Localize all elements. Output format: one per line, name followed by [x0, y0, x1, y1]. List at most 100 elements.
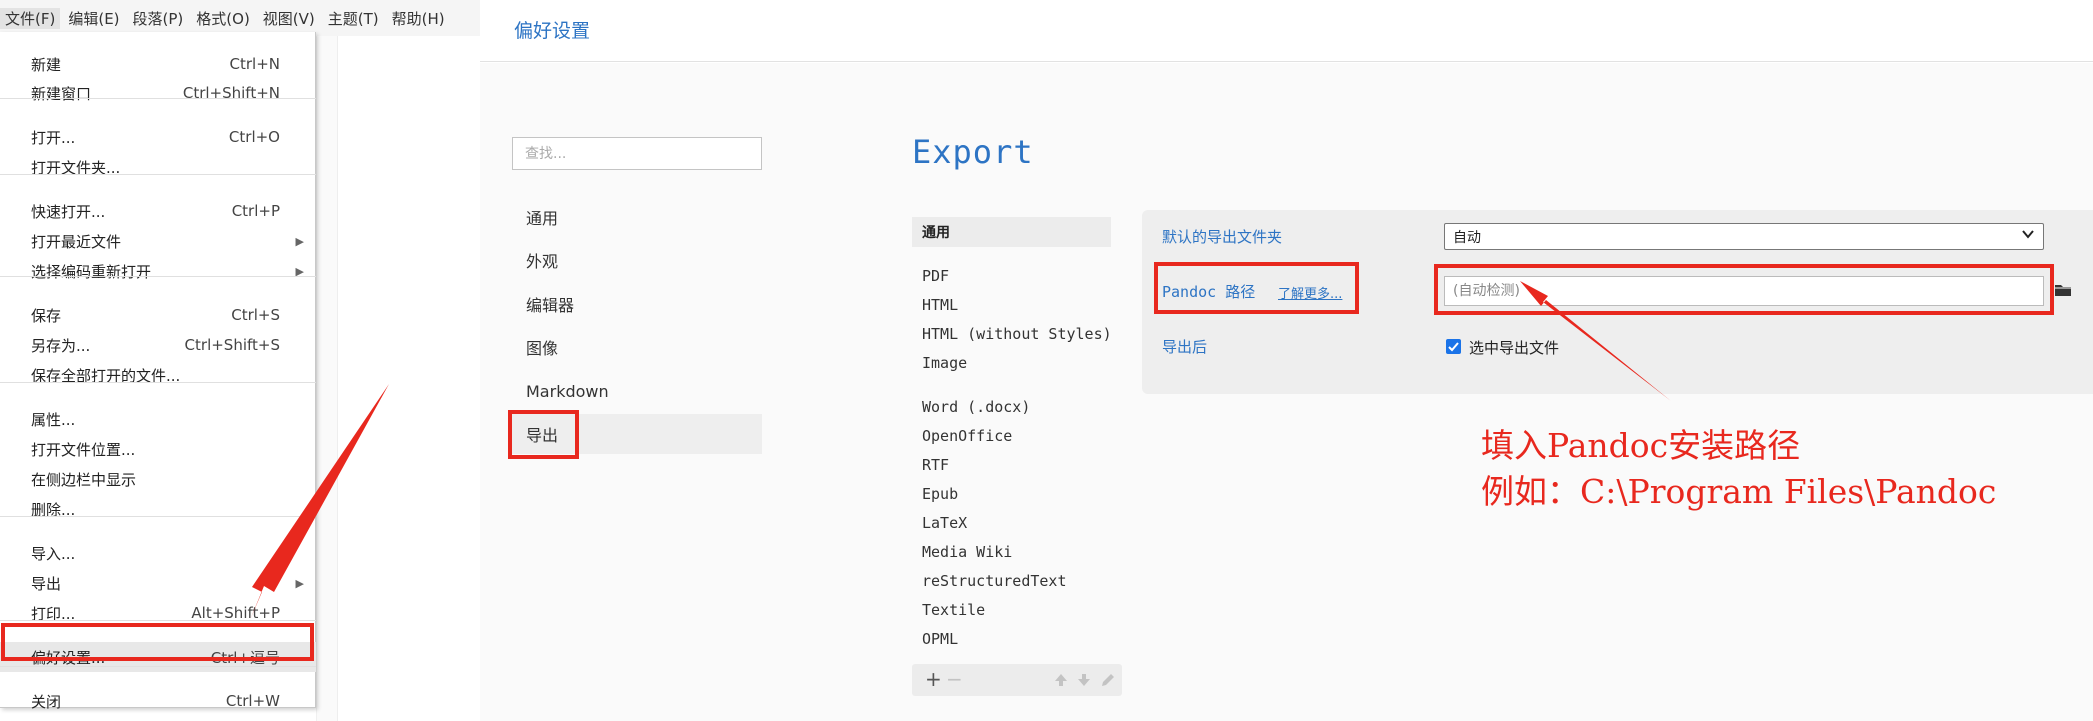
menu-separator [0, 382, 316, 383]
menu-item-open[interactable]: 打开... Ctrl+O [0, 122, 316, 152]
menu-paragraph[interactable]: 段落(P) [128, 8, 189, 29]
submenu-arrow-icon: ▶ [295, 234, 304, 248]
menu-item-new-window[interactable]: 新建窗口 Ctrl+Shift+N [0, 78, 316, 108]
format-list-toolbar: + − [912, 664, 1122, 696]
format-item-openoffice[interactable]: OpenOffice [922, 427, 1012, 445]
format-item-restructuredtext[interactable]: reStructuredText [922, 572, 1067, 590]
format-item-image[interactable]: Image [922, 354, 967, 372]
menu-separator [0, 276, 316, 277]
menu-item-import[interactable]: 导入... [0, 538, 316, 568]
menu-item-label: 打开... [31, 128, 76, 147]
menu-item-shortcut: Ctrl+O [228, 128, 280, 146]
menu-item-save[interactable]: 保存 Ctrl+S [0, 300, 316, 330]
menu-item-label: 另存为... [31, 336, 91, 355]
format-item-word[interactable]: Word (.docx) [922, 398, 1030, 416]
menu-item-label: 打开文件位置... [31, 440, 136, 459]
menu-item-label: 快速打开... [31, 202, 106, 221]
menu-edit[interactable]: 编辑(E) [63, 8, 124, 29]
move-down-icon[interactable] [1076, 672, 1092, 688]
menu-view[interactable]: 视图(V) [258, 8, 320, 29]
menu-item-print[interactable]: 打印... Alt+Shift+P [0, 598, 316, 628]
remove-format-button[interactable]: − [946, 668, 963, 690]
menu-file[interactable]: 文件(F) [0, 7, 61, 29]
menu-item-delete[interactable]: 删除... [0, 494, 316, 524]
annotation-text-line1: 填入Pandoc安装路径 [1481, 426, 1801, 465]
menu-item-close[interactable]: 关闭 Ctrl+W [0, 686, 316, 716]
menu-item-label: 保存 [31, 306, 62, 325]
menu-item-label: 新建 [31, 55, 62, 74]
file-dropdown-menu: 新建 Ctrl+N 新建窗口 Ctrl+Shift+N 打开... Ctrl+O 打开… [0, 32, 316, 711]
preferences-header [480, 0, 2093, 62]
checkmark-icon [1448, 342, 1459, 352]
menu-item-label: 属性... [31, 410, 76, 429]
menu-item-label: 关闭 [31, 692, 62, 711]
move-up-icon[interactable] [1053, 672, 1069, 688]
menu-item-label: 偏好设置... [31, 648, 106, 667]
default-export-folder-label: 默认的导出文件夹 [1162, 228, 1283, 246]
category-appearance[interactable]: 外观 [512, 240, 762, 280]
default-export-folder-select[interactable]: 自动 [1444, 223, 2044, 250]
menu-item-label: 新建窗口 [31, 84, 92, 103]
menu-item-shortcut: Ctrl+Shift+N [182, 84, 280, 102]
menu-item-reveal-in-sidebar[interactable]: 在侧边栏中显示 [0, 464, 316, 494]
menu-item-shortcut: Ctrl+P [231, 202, 280, 220]
format-item-latex[interactable]: LaTeX [922, 514, 967, 532]
format-item-html[interactable]: HTML [922, 296, 958, 314]
menu-item-quick-open[interactable]: 快速打开... Ctrl+P [0, 196, 316, 226]
menu-item-open-recent[interactable]: 打开最近文件 ▶ [0, 226, 316, 256]
format-item-rtf[interactable]: RTF [922, 456, 949, 474]
chevron-down-icon [2022, 230, 2034, 239]
menu-item-reopen-with-encoding[interactable]: 选择编码重新打开 ▶ [0, 256, 316, 286]
menu-item-shortcut: Ctrl+N [229, 55, 280, 73]
menu-item-new[interactable]: 新建 Ctrl+N [0, 49, 316, 79]
menu-item-save-as[interactable]: 另存为... Ctrl+Shift+S [0, 330, 316, 360]
menu-item-open-folder[interactable]: 打开文件夹... [0, 152, 316, 182]
menu-item-label: 在侧边栏中显示 [31, 470, 137, 489]
menu-item-label: 选择编码重新打开 [31, 262, 152, 281]
menu-item-shortcut: Ctrl+W [225, 692, 280, 710]
pandoc-path-input[interactable] [1444, 276, 2044, 306]
edit-pencil-icon[interactable] [1100, 672, 1116, 688]
menu-item-export[interactable]: 导出 ▶ [0, 568, 316, 598]
select-exported-file-checkbox[interactable] [1446, 339, 1461, 354]
export-heading: Export [912, 133, 1034, 171]
menu-item-label: 导入... [31, 544, 76, 563]
category-markdown[interactable]: Markdown [512, 371, 762, 411]
menu-item-shortcut: Ctrl+逗号 [210, 648, 280, 667]
menu-separator [0, 620, 316, 621]
submenu-arrow-icon: ▶ [295, 576, 304, 590]
format-item-pdf[interactable]: PDF [922, 267, 949, 285]
menu-item-open-file-location[interactable]: 打开文件位置... [0, 434, 316, 464]
menu-item-save-all[interactable]: 保存全部打开的文件... [0, 360, 316, 390]
after-export-label: 导出后 [1162, 338, 1208, 356]
format-item-epub[interactable]: Epub [922, 485, 958, 503]
menu-item-preferences[interactable]: 偏好设置... Ctrl+逗号 [0, 642, 316, 672]
menu-help[interactable]: 帮助(H) [387, 8, 450, 29]
format-item-opml[interactable]: OPML [922, 630, 958, 648]
menu-item-label: 导出 [31, 574, 62, 593]
menu-item-shortcut: Ctrl+S [231, 306, 280, 324]
pandoc-path-label: Pandoc 路径 [1162, 283, 1256, 301]
format-group-general[interactable]: 通用 [912, 217, 1111, 247]
learn-more-link[interactable]: 了解更多... [1278, 283, 1342, 302]
format-item-textile[interactable]: Textile [922, 601, 985, 619]
format-item-mediawiki[interactable]: Media Wiki [922, 543, 1012, 561]
select-value: 自动 [1453, 229, 1481, 246]
category-export[interactable]: 导出 [512, 414, 762, 454]
editor-background [316, 36, 338, 721]
annotation-text-line2: 例如：C:\Program Files\Pandoc [1481, 472, 1997, 511]
category-editor[interactable]: 编辑器 [512, 284, 762, 324]
folder-icon[interactable] [2054, 282, 2072, 298]
category-general[interactable]: 通用 [512, 197, 762, 237]
menu-separator [0, 666, 316, 667]
add-format-button[interactable]: + [925, 668, 942, 690]
preferences-search-input[interactable] [512, 137, 762, 170]
menu-separator [0, 516, 316, 517]
menu-format[interactable]: 格式(O) [191, 8, 255, 29]
menu-item-properties[interactable]: 属性... [0, 404, 316, 434]
menu-separator [0, 98, 316, 99]
select-exported-file-label: 选中导出文件 [1469, 339, 1560, 357]
menu-theme[interactable]: 主题(T) [323, 8, 384, 29]
category-image[interactable]: 图像 [512, 327, 762, 367]
format-item-html-without-styles[interactable]: HTML (without Styles) [922, 325, 1112, 343]
